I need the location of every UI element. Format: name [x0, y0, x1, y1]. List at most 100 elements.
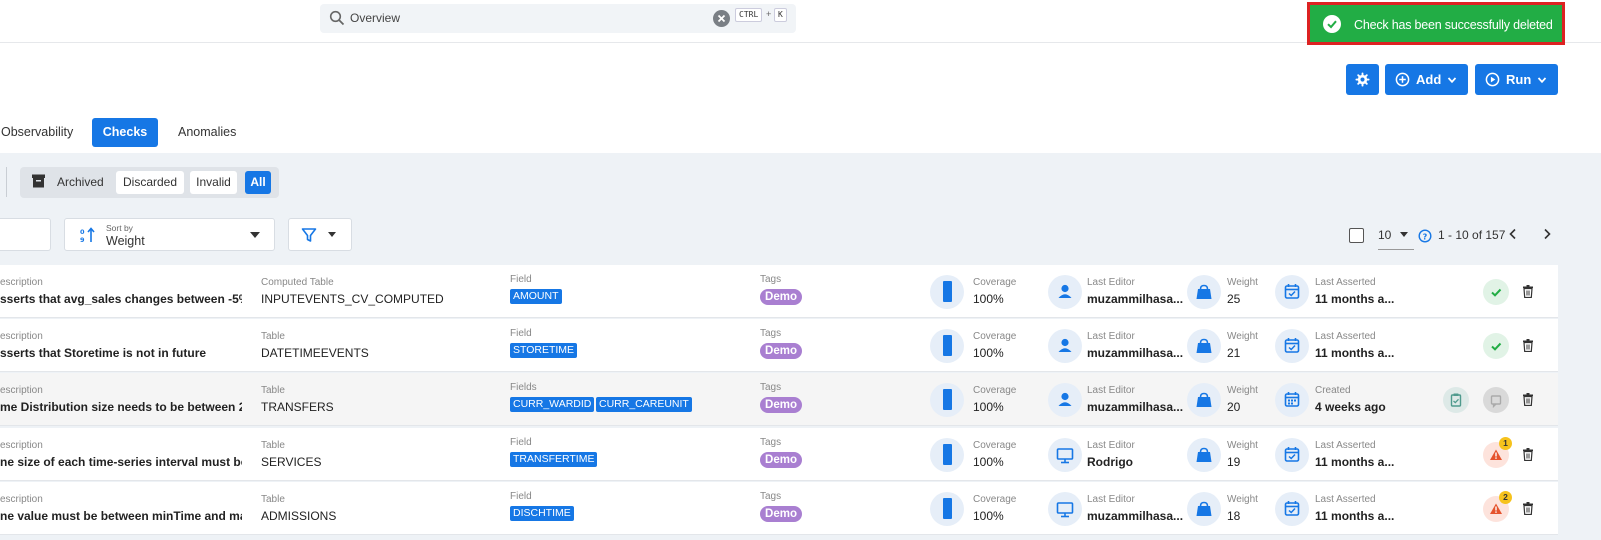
table-row[interactable]: escription me Distribution size needs to…	[0, 373, 1558, 426]
table-label: Table	[261, 494, 285, 505]
tab-observability[interactable]: Observability	[1, 118, 73, 147]
field-chip: AMOUNT	[510, 289, 562, 304]
search-input[interactable]	[350, 11, 710, 25]
select-all-checkbox[interactable]	[1349, 228, 1364, 243]
per-page-underline	[1378, 249, 1414, 250]
kbd-ctrl: CTRL	[735, 8, 763, 22]
table-label: Computed Table	[261, 277, 334, 288]
svg-text:9: 9	[80, 236, 85, 243]
table-row[interactable]: escription sserts that avg_sales changes…	[0, 265, 1558, 318]
check-description: ne size of each time-series interval mus…	[0, 455, 242, 469]
tab-anomalies[interactable]: Anomalies	[178, 118, 236, 147]
tags-label: Tags	[760, 382, 782, 393]
archive-icon	[32, 174, 45, 188]
tags-label: Tags	[760, 437, 782, 448]
table-name: INPUTEVENTS_CV_COMPUTED	[261, 292, 444, 306]
weight-value: 20	[1227, 400, 1241, 414]
calendar-icon	[1275, 383, 1309, 417]
settings-button[interactable]	[1346, 64, 1379, 95]
table-row[interactable]: escription sserts that Storetime is not …	[0, 319, 1558, 372]
success-toast: Check has been successfully deleted	[1307, 2, 1565, 45]
filter-button[interactable]	[288, 218, 352, 251]
editor-name: muzammilhasa...	[1087, 400, 1184, 414]
divider	[6, 167, 7, 197]
add-button[interactable]: Add	[1385, 64, 1468, 95]
calendar-check-icon	[1275, 492, 1309, 526]
tag-chip: Demo	[760, 452, 802, 468]
field-chip: TRANSFERTIME	[510, 452, 598, 467]
sort-select[interactable]: 0 9 Sort by Weight	[64, 218, 275, 251]
user-icon	[1048, 275, 1082, 309]
anomaly-count-badge: 1	[1499, 437, 1512, 450]
table-label: Table	[261, 440, 285, 451]
tab-checks[interactable]: Checks	[92, 118, 158, 147]
field-label: Fields	[510, 382, 537, 393]
description-label: escription	[0, 277, 43, 288]
editor-label: Last Editor	[1087, 385, 1135, 396]
clear-search-icon[interactable]	[713, 10, 730, 27]
coverage-label: Coverage	[973, 494, 1017, 505]
add-label: Add	[1416, 72, 1442, 87]
weight-label: Weight	[1227, 331, 1258, 342]
chevron-right-icon[interactable]	[1541, 228, 1553, 240]
table-row[interactable]: escription ne value must be between minT…	[0, 482, 1558, 535]
table-row[interactable]: escription ne size of each time-series i…	[0, 428, 1558, 481]
filter-invalid[interactable]: Invalid	[190, 171, 237, 194]
editor-name: muzammilhasa...	[1087, 509, 1184, 523]
filter-all[interactable]: All	[245, 171, 271, 194]
passed-check-icon[interactable]	[1483, 279, 1509, 305]
help-icon[interactable]: ?	[1418, 229, 1432, 243]
coverage-value: 100%	[973, 509, 1004, 523]
date-value: 4 weeks ago	[1315, 400, 1386, 414]
date-label: Last Asserted	[1315, 440, 1376, 451]
chevron-left-icon[interactable]	[1507, 228, 1519, 240]
weight-label: Weight	[1227, 494, 1258, 505]
coverage-value: 100%	[973, 346, 1004, 360]
coverage-label: Coverage	[973, 440, 1017, 451]
description-label: escription	[0, 385, 43, 396]
table-name: DATETIMEEVENTS	[261, 346, 369, 360]
svg-text:?: ?	[1423, 232, 1428, 241]
clipboard-icon[interactable]	[1443, 387, 1469, 413]
weight-value: 18	[1227, 509, 1241, 523]
caret-down-icon	[328, 232, 336, 237]
user-icon	[1048, 329, 1082, 363]
filter-archived[interactable]: Archived	[57, 171, 104, 194]
date-value: 11 months a...	[1315, 292, 1395, 306]
trash-icon[interactable]	[1522, 502, 1534, 515]
table-name: ADMISSIONS	[261, 509, 337, 523]
chevron-down-icon	[1537, 77, 1547, 84]
trash-icon[interactable]	[1522, 393, 1534, 406]
trash-icon[interactable]	[1522, 448, 1534, 461]
pending-status-icon[interactable]	[1483, 387, 1509, 413]
field-chip: DISCHTIME	[510, 506, 574, 521]
kbd-plus: +	[766, 9, 772, 19]
table-label: Table	[261, 331, 285, 342]
search-checks-input[interactable]	[0, 218, 51, 251]
funnel-icon	[301, 228, 317, 242]
coverage-value: 100%	[973, 292, 1004, 306]
caret-down-icon	[1400, 232, 1408, 237]
field-chip: CURR_WARDID	[510, 397, 595, 412]
weight-icon	[1187, 438, 1221, 472]
trash-icon[interactable]	[1522, 285, 1534, 298]
tag-chip: Demo	[760, 343, 802, 359]
editor-label: Last Editor	[1087, 331, 1135, 342]
run-button[interactable]: Run	[1475, 64, 1558, 95]
svg-text:0: 0	[80, 228, 85, 236]
tags-label: Tags	[760, 328, 782, 339]
coverage-bar-icon	[943, 281, 952, 302]
global-search[interactable]	[320, 4, 796, 33]
weight-value: 19	[1227, 455, 1241, 469]
weight-label: Weight	[1227, 277, 1258, 288]
calendar-check-icon	[1275, 438, 1309, 472]
trash-icon[interactable]	[1522, 339, 1534, 352]
tag-chip: Demo	[760, 397, 802, 413]
passed-check-icon[interactable]	[1483, 333, 1509, 359]
date-label: Last Asserted	[1315, 277, 1376, 288]
field-chip: CURR_CAREUNIT	[596, 397, 692, 412]
coverage-bar-icon	[943, 335, 952, 356]
weight-icon	[1187, 329, 1221, 363]
per-page-select[interactable]: 10	[1378, 228, 1391, 242]
filter-discarded[interactable]: Discarded	[116, 171, 184, 194]
